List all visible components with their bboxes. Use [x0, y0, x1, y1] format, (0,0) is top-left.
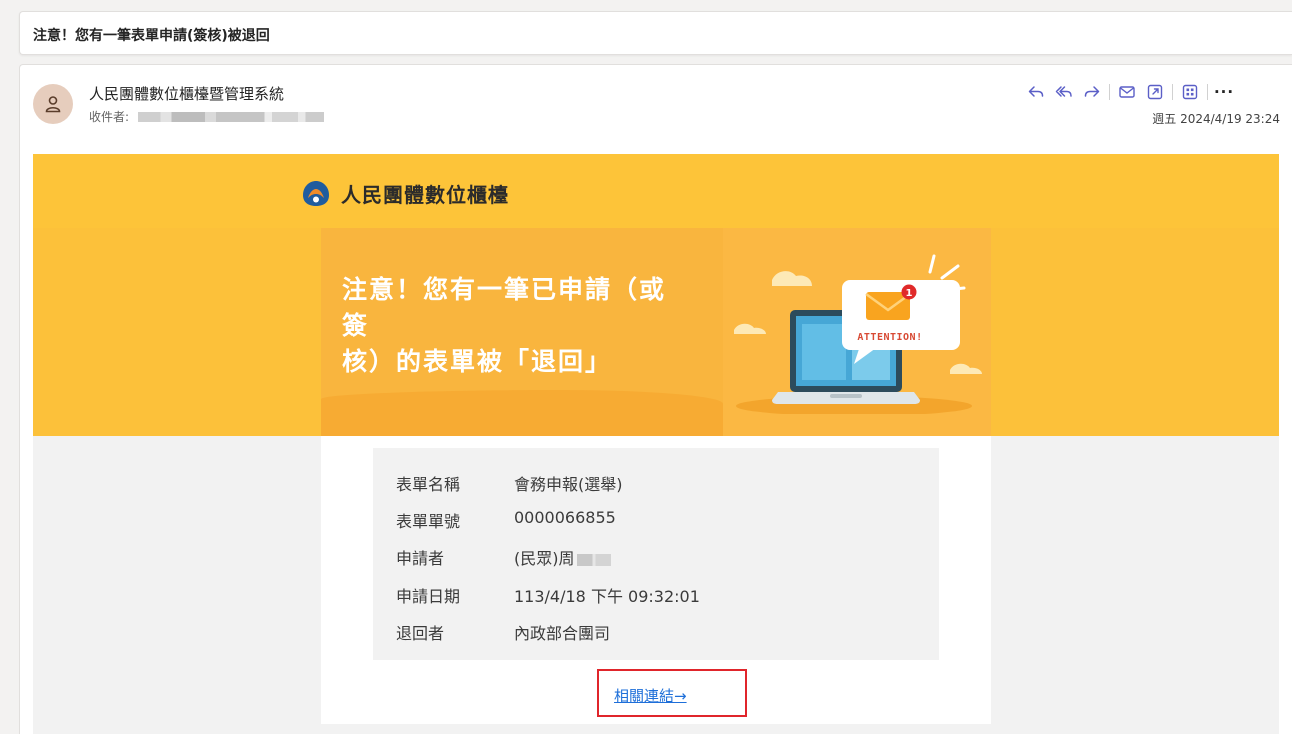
headline-line-1: 注意！您有一筆已申請（或簽 — [342, 275, 667, 340]
recipient-label: 收件者: — [89, 110, 130, 124]
more-actions-button[interactable]: ··· — [1211, 80, 1237, 104]
message-actions: ··· — [1022, 80, 1237, 104]
reply-button[interactable] — [1022, 80, 1050, 104]
recipient-row: 收件者: — [89, 108, 325, 125]
field-label-applicant: 申請者 — [396, 549, 445, 568]
toolbar-divider — [1109, 84, 1110, 100]
sender-name[interactable]: 人民團體數位櫃檯暨管理系統 — [89, 83, 284, 104]
headline-line-2: 核）的表單被「退回」 — [342, 347, 613, 376]
recipient-redacted — [138, 111, 325, 122]
field-value-apply-date: 113/4/18 下午 09:32:01 — [514, 587, 700, 606]
reading-pane-edge — [0, 0, 8, 734]
cloud-icon — [734, 323, 766, 334]
field-label-apply-date: 申請日期 — [396, 587, 461, 606]
open-in-window-button[interactable] — [1141, 80, 1169, 104]
mark-read-button[interactable] — [1113, 80, 1141, 104]
toolbar-divider — [1172, 84, 1173, 100]
subject-bar: 注意！您有一筆表單申請(簽核)被退回 — [19, 11, 1292, 55]
reply-all-icon — [1055, 86, 1072, 97]
field-label-form-name: 表單名稱 — [396, 475, 461, 494]
cloud-icon — [772, 271, 812, 286]
applicant-name-redacted — [576, 553, 611, 566]
brand-logo-icon — [303, 181, 329, 206]
apps-button[interactable] — [1176, 80, 1204, 104]
open-external-icon — [1147, 84, 1163, 100]
more-icon: ··· — [1213, 83, 1235, 101]
reply-all-button[interactable] — [1050, 80, 1078, 104]
mail-icon — [1119, 86, 1135, 98]
brand-name: 人民團體數位櫃檯 — [341, 182, 509, 207]
email-subject: 注意！您有一筆表單申請(簽核)被退回 — [33, 28, 270, 44]
person-icon — [45, 96, 61, 113]
field-value-applicant: (民眾)周 — [514, 549, 575, 568]
field-label-returned-by: 退回者 — [396, 624, 445, 643]
related-link[interactable]: 相關連結→ — [614, 685, 687, 706]
email-banner-top — [33, 154, 1279, 228]
apps-icon — [1182, 84, 1198, 100]
forward-button[interactable] — [1078, 80, 1106, 104]
attention-label: ATTENTION! — [857, 332, 922, 343]
attention-laptop-illustration: 1 ATTENTION! — [734, 254, 982, 414]
field-value-form-name: 會務申報(選舉) — [514, 475, 623, 494]
notification-badge-count: 1 — [906, 288, 913, 299]
brand-logo-row: 人民團體數位櫃檯 — [299, 178, 509, 208]
received-timestamp: 週五 2024/4/19 23:24 — [1152, 112, 1280, 126]
field-value-returned-by: 內政部合團司 — [514, 624, 611, 643]
reply-icon — [1028, 86, 1044, 97]
field-value-applicant-row: (民眾)周 — [514, 545, 611, 569]
toolbar-divider — [1207, 84, 1208, 100]
email-headline: 注意！您有一筆已申請（或簽 核）的表單被「退回」 — [342, 272, 692, 380]
forward-icon — [1084, 86, 1100, 97]
cloud-icon — [950, 363, 982, 374]
sender-avatar[interactable] — [33, 84, 73, 124]
field-value-form-number: 0000066855 — [514, 508, 616, 527]
field-label-form-number: 表單單號 — [396, 512, 461, 531]
